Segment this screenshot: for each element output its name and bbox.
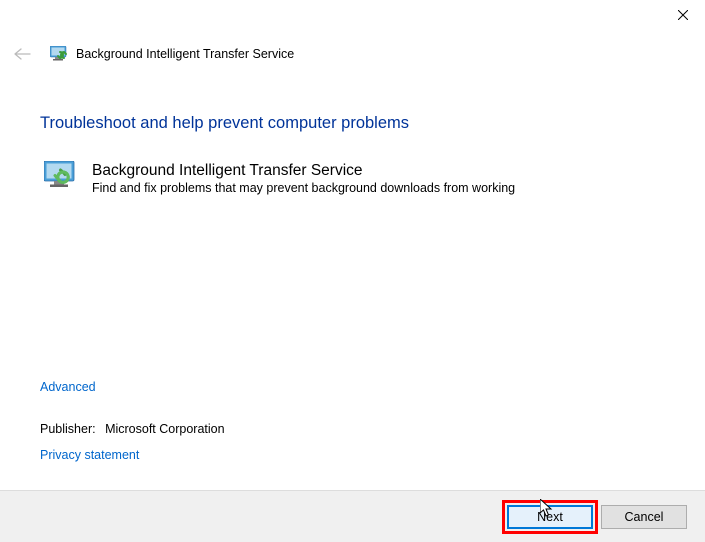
troubleshooter-service-icon (44, 161, 78, 191)
back-arrow-icon (13, 47, 31, 61)
close-icon (678, 10, 688, 20)
next-button[interactable]: Next (507, 505, 593, 529)
advanced-link[interactable]: Advanced (40, 380, 225, 394)
service-row: Background Intelligent Transfer Service … (44, 161, 665, 198)
main-heading: Troubleshoot and help prevent computer p… (40, 114, 665, 133)
troubleshooter-header-icon (50, 46, 68, 62)
cancel-button[interactable]: Cancel (601, 505, 687, 529)
window-title: Background Intelligent Transfer Service (76, 47, 294, 61)
privacy-link[interactable]: Privacy statement (40, 448, 139, 462)
content-area: Troubleshoot and help prevent computer p… (0, 64, 705, 198)
publisher-label: Publisher: (40, 422, 96, 436)
service-text: Background Intelligent Transfer Service … (92, 161, 515, 198)
publisher-row: Publisher: Microsoft Corporation (40, 422, 225, 436)
titlebar (0, 0, 705, 32)
header-row: Background Intelligent Transfer Service (0, 32, 705, 64)
publisher-name: Microsoft Corporation (105, 422, 225, 436)
service-title: Background Intelligent Transfer Service (92, 161, 515, 180)
back-button[interactable] (12, 44, 32, 64)
close-button[interactable] (660, 0, 705, 30)
footer: Next Cancel (0, 490, 705, 542)
bottom-links: Advanced Publisher: Microsoft Corporatio… (40, 380, 225, 462)
service-description: Find and fix problems that may prevent b… (92, 180, 515, 198)
